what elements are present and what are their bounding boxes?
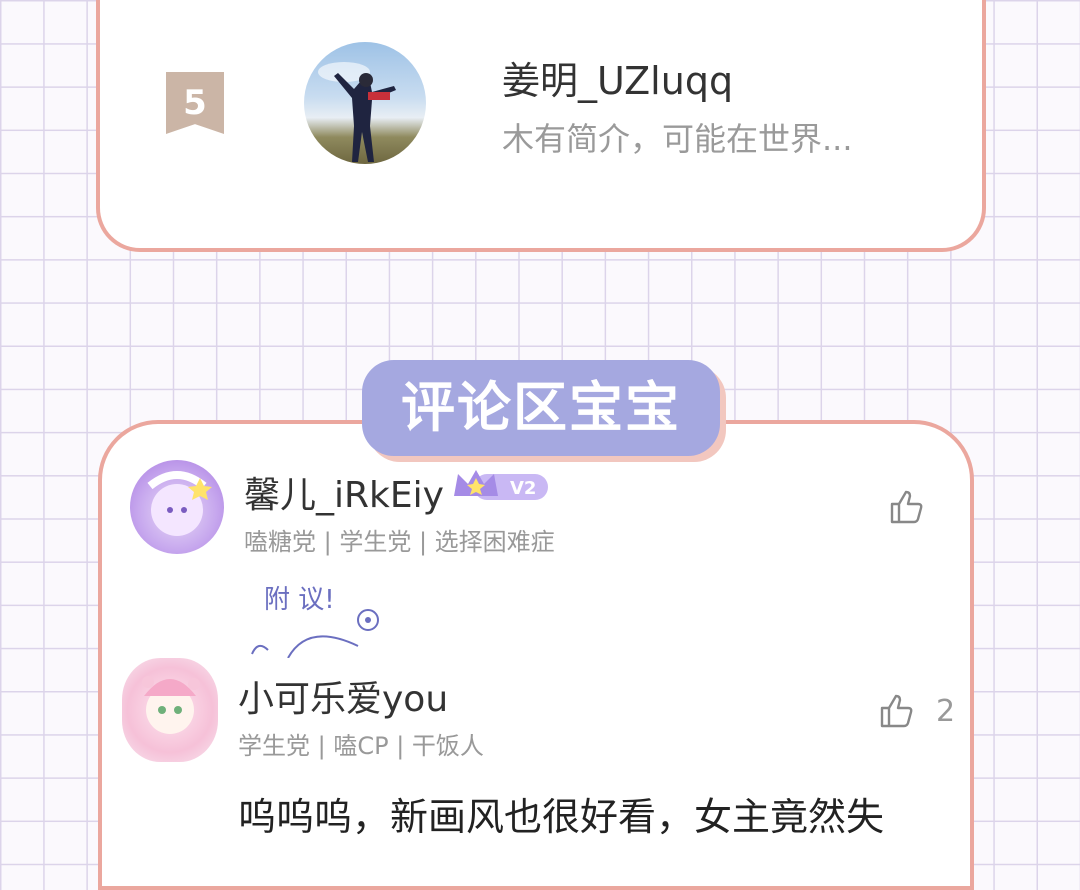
comment-text: 呜呜呜，新画风也很好看，女主竟然失 <box>238 795 885 839</box>
section-title-tab: 评论区宝宝 <box>362 360 720 456</box>
vip-level: V2 <box>510 478 536 499</box>
comment-username[interactable]: 馨儿_iRkEiy <box>244 466 444 518</box>
decoration-text: 附 议! <box>264 585 335 615</box>
comment-avatar[interactable] <box>122 658 218 762</box>
avatar[interactable] <box>304 42 426 164</box>
like-thumb-icon[interactable] <box>888 488 926 526</box>
comment-tags: 学生党 | 嗑CP | 干饭人 <box>238 732 484 760</box>
comment-avatar[interactable] <box>130 460 224 554</box>
anime-avatar-icon <box>147 471 212 536</box>
ranking-bio: 木有简介，可能在世界... <box>502 120 853 158</box>
ranking-username[interactable]: 姜明_UZluqq <box>502 50 733 105</box>
comment-tags: 嗑糖党 | 学生党 | 选择困难症 <box>244 528 555 556</box>
person-photo-icon <box>318 62 396 162</box>
like-count: 2 <box>936 694 956 729</box>
vip-crown-icon: V2 <box>454 470 548 500</box>
anime-avatar-icon <box>142 676 200 734</box>
hand-drawn-cloud-icon: 附 议! <box>251 585 379 658</box>
like-thumb-icon[interactable] <box>878 692 916 730</box>
comment-username[interactable]: 小可乐爱you <box>238 670 448 722</box>
